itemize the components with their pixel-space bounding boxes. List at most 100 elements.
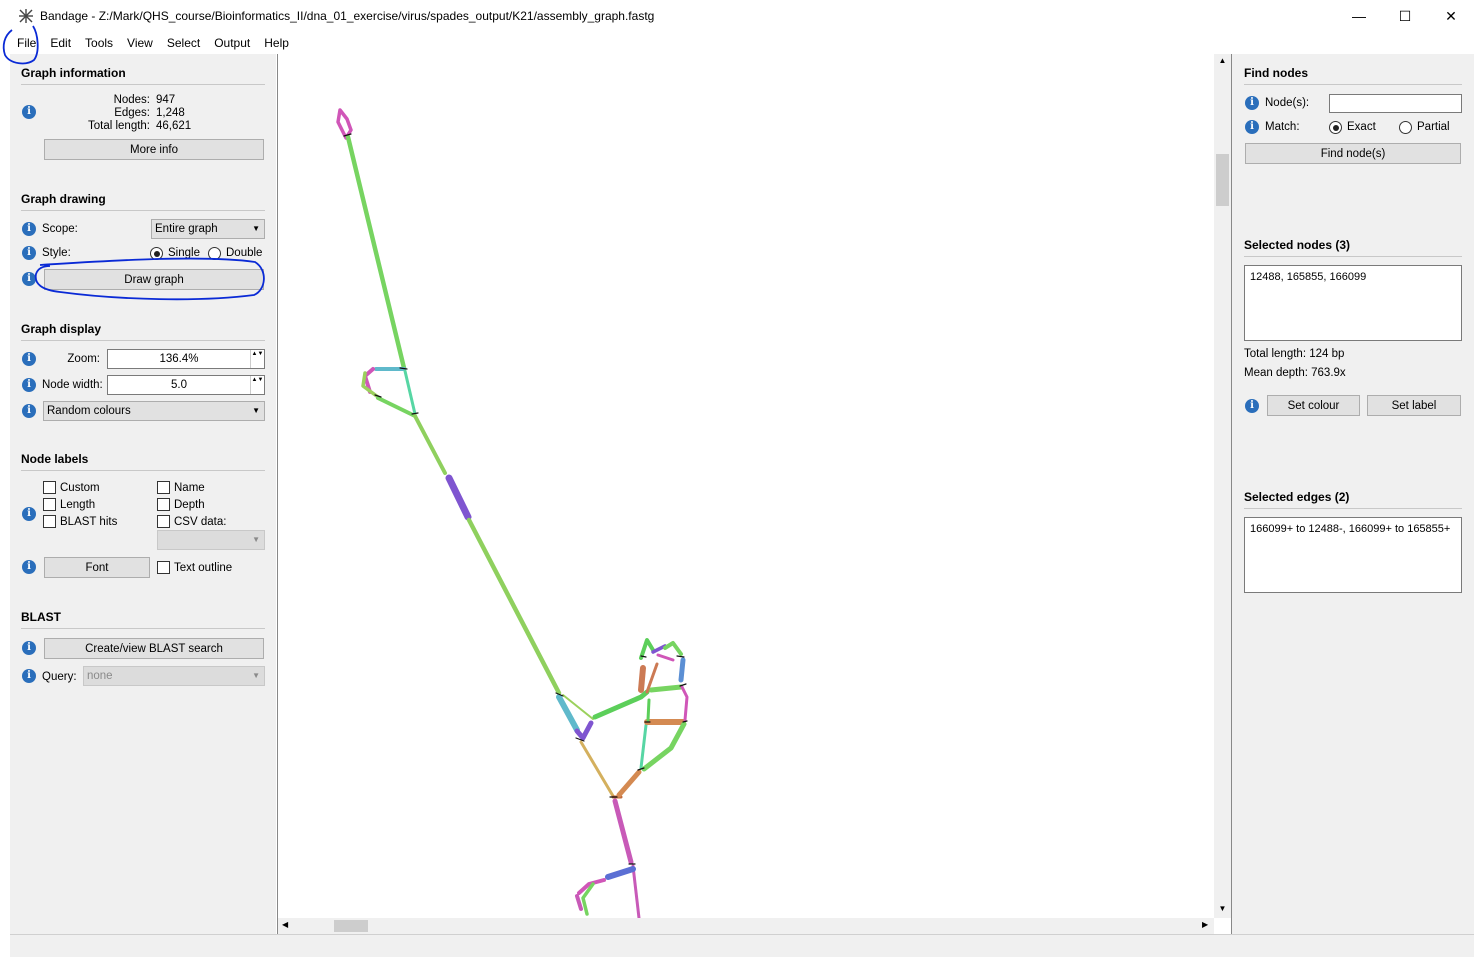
graph-node[interactable]	[641, 721, 687, 772]
graph-node[interactable]	[592, 689, 650, 720]
graph-node[interactable]	[648, 684, 684, 693]
colour-scheme-dropdown[interactable]: Random colours ▼	[43, 401, 265, 421]
horizontal-scrollbar[interactable]: ◀ ▶	[278, 918, 1214, 934]
graph-node[interactable]	[680, 685, 689, 722]
graph-node[interactable]	[574, 720, 594, 741]
info-icon[interactable]: i	[22, 404, 36, 418]
graph-node[interactable]	[361, 371, 380, 399]
graph-node[interactable]	[556, 694, 580, 733]
graph-node[interactable]	[605, 866, 636, 880]
graph-node[interactable]	[575, 894, 583, 911]
text-outline-checkbox[interactable]	[157, 561, 170, 574]
csv-data-checkbox[interactable]	[157, 515, 170, 528]
minimize-button[interactable]: —	[1336, 0, 1382, 32]
info-icon[interactable]: i	[22, 352, 36, 366]
graph-node[interactable]	[445, 474, 472, 521]
close-button[interactable]: ✕	[1428, 0, 1474, 32]
window-title: Bandage - Z:/Mark/QHS_course/Bioinformat…	[40, 9, 655, 23]
assembly-graph[interactable]	[278, 54, 1214, 918]
window-edge	[0, 54, 10, 957]
scroll-left-icon[interactable]: ◀	[282, 920, 288, 929]
graph-node[interactable]	[631, 864, 641, 918]
graph-node[interactable]	[376, 396, 417, 418]
graph-node[interactable]	[413, 414, 447, 475]
graph-node[interactable]	[612, 798, 634, 865]
maximize-button[interactable]: ☐	[1382, 0, 1428, 32]
selected-total-length: Total length: 124 bp	[1244, 348, 1345, 360]
scroll-up-icon[interactable]: ▲	[1214, 56, 1231, 65]
selected-nodes-list[interactable]: 12488, 165855, 166099	[1244, 265, 1462, 341]
style-double-radio[interactable]	[208, 247, 221, 260]
vertical-scrollbar[interactable]: ▲ ▼	[1214, 54, 1231, 918]
draw-graph-button[interactable]: Draw graph	[44, 269, 264, 290]
name-checkbox[interactable]	[157, 481, 170, 494]
vertical-scroll-thumb[interactable]	[1216, 154, 1229, 206]
graph-canvas[interactable]	[277, 54, 1232, 934]
graph-node[interactable]	[403, 369, 417, 416]
divider	[21, 210, 265, 211]
node-width-spinbox[interactable]: 5.0 ▲▼	[107, 375, 265, 395]
graph-node[interactable]	[616, 769, 642, 798]
blast-hits-checkbox[interactable]	[43, 515, 56, 528]
edges-value: 1,248	[156, 107, 185, 119]
graph-node[interactable]	[639, 723, 648, 770]
menu-output[interactable]: Output	[207, 32, 257, 54]
info-icon[interactable]: i	[22, 560, 36, 574]
custom-label: Custom	[60, 482, 100, 494]
menu-view[interactable]: View	[120, 32, 160, 54]
csv-column-dropdown[interactable]: ▼	[157, 530, 265, 550]
total-length-value: 46,621	[156, 120, 192, 132]
graph-node[interactable]	[646, 698, 651, 722]
graph-node[interactable]	[579, 740, 615, 798]
zoom-spinbox[interactable]: 136.4% ▲▼	[107, 349, 265, 369]
scope-dropdown[interactable]: Entire graph ▼	[151, 219, 265, 239]
info-icon[interactable]: i	[1245, 96, 1259, 110]
more-info-button[interactable]: More info	[44, 139, 264, 160]
spin-arrows-icon[interactable]: ▲▼	[250, 350, 264, 368]
font-button[interactable]: Font	[44, 557, 150, 578]
menu-file[interactable]: File	[10, 32, 43, 54]
graph-node[interactable]	[336, 108, 353, 140]
graph-node[interactable]	[663, 641, 683, 656]
info-icon[interactable]: i	[1245, 120, 1259, 134]
match-partial-radio[interactable]	[1399, 121, 1412, 134]
info-icon[interactable]: i	[22, 378, 36, 392]
scroll-right-icon[interactable]: ▶	[1202, 920, 1208, 929]
graph-node[interactable]	[656, 653, 675, 662]
blast-search-button[interactable]: Create/view BLAST search	[44, 638, 264, 659]
graph-node[interactable]	[345, 134, 407, 371]
menu-select[interactable]: Select	[160, 32, 207, 54]
menu-bar: File Edit Tools View Select Output Help	[0, 32, 1474, 54]
spin-arrows-icon[interactable]: ▲▼	[250, 376, 264, 394]
info-icon[interactable]: i	[22, 105, 36, 119]
graph-node[interactable]	[638, 665, 646, 693]
graph-node[interactable]	[651, 644, 667, 654]
info-icon[interactable]: i	[22, 246, 36, 260]
menu-help[interactable]: Help	[257, 32, 296, 54]
info-icon[interactable]: i	[22, 507, 36, 521]
info-icon[interactable]: i	[22, 272, 36, 286]
graph-node[interactable]	[639, 638, 655, 660]
set-label-button[interactable]: Set label	[1367, 395, 1461, 416]
graph-node[interactable]	[678, 657, 686, 683]
divider	[21, 628, 265, 629]
set-colour-button[interactable]: Set colour	[1267, 395, 1360, 416]
node-search-input[interactable]	[1329, 94, 1462, 113]
depth-checkbox[interactable]	[157, 498, 170, 511]
find-nodes-button[interactable]: Find node(s)	[1245, 143, 1461, 164]
custom-checkbox[interactable]	[43, 481, 56, 494]
info-icon[interactable]: i	[22, 641, 36, 655]
scroll-down-icon[interactable]: ▼	[1214, 904, 1231, 913]
style-single-radio[interactable]	[150, 247, 163, 260]
info-icon[interactable]: i	[1245, 399, 1259, 413]
query-dropdown[interactable]: none ▼	[83, 666, 265, 686]
menu-tools[interactable]: Tools	[78, 32, 120, 54]
length-checkbox[interactable]	[43, 498, 56, 511]
graph-node[interactable]	[466, 517, 562, 696]
info-icon[interactable]: i	[22, 669, 36, 683]
info-icon[interactable]: i	[22, 222, 36, 236]
horizontal-scroll-thumb[interactable]	[334, 920, 368, 932]
menu-edit[interactable]: Edit	[43, 32, 78, 54]
selected-edges-list[interactable]: 166099+ to 12488-, 166099+ to 165855+	[1244, 517, 1462, 593]
match-exact-radio[interactable]	[1329, 121, 1342, 134]
